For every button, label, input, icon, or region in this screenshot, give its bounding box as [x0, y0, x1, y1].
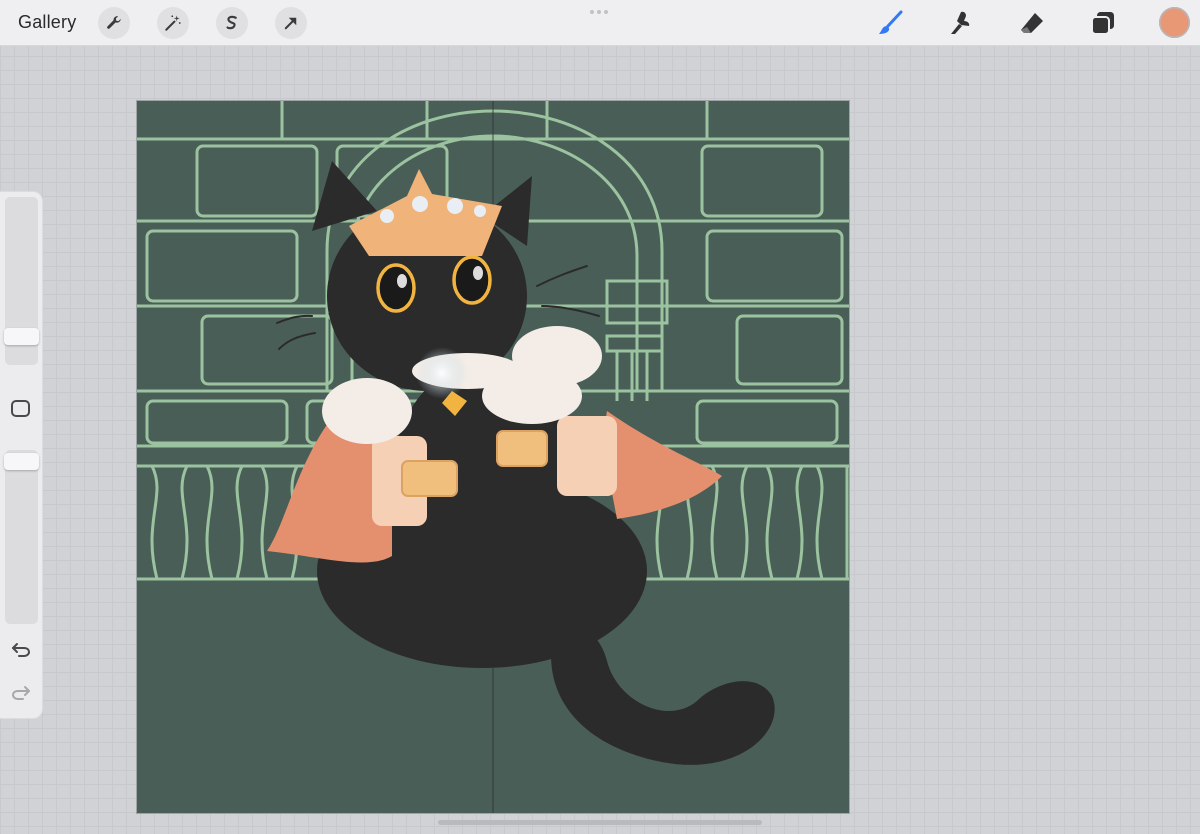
wrench-icon	[107, 16, 121, 29]
transform-arrow-icon	[284, 17, 297, 30]
brush-tool-button[interactable]	[873, 6, 907, 40]
drawing-canvas[interactable]	[137, 101, 849, 813]
modify-button[interactable]	[11, 400, 30, 417]
gallery-button[interactable]: Gallery	[18, 12, 76, 33]
smudge-tool-button[interactable]	[944, 6, 978, 40]
opacity-thumb[interactable]	[4, 453, 39, 470]
jewel-glow	[416, 347, 468, 399]
selection-button[interactable]	[216, 7, 248, 39]
eraser-tool-button[interactable]	[1015, 6, 1049, 40]
undo-icon[interactable]	[10, 641, 32, 659]
layers-tool-button[interactable]	[1086, 6, 1120, 40]
brush-size-thumb[interactable]	[4, 328, 39, 345]
actions-button[interactable]	[98, 7, 130, 39]
adjustments-button[interactable]	[157, 7, 189, 39]
brush-icon	[879, 10, 903, 34]
redo-icon[interactable]	[10, 684, 32, 702]
toolbar-grabber[interactable]	[590, 10, 608, 14]
top-toolbar: Gallery	[0, 0, 1200, 46]
eraser-icon	[1021, 13, 1043, 33]
transform-button[interactable]	[275, 7, 307, 39]
layers-icon	[1091, 12, 1114, 35]
smudge-icon	[951, 11, 970, 34]
magic-wand-icon	[165, 15, 181, 31]
cat-king-artwork	[137, 101, 849, 813]
gold-cuff	[401, 460, 458, 497]
home-indicator	[438, 820, 762, 825]
color-picker-button[interactable]	[1159, 7, 1190, 38]
left-sidebar	[0, 192, 42, 718]
opacity-slider[interactable]	[5, 450, 38, 624]
selection-icon	[226, 15, 237, 30]
